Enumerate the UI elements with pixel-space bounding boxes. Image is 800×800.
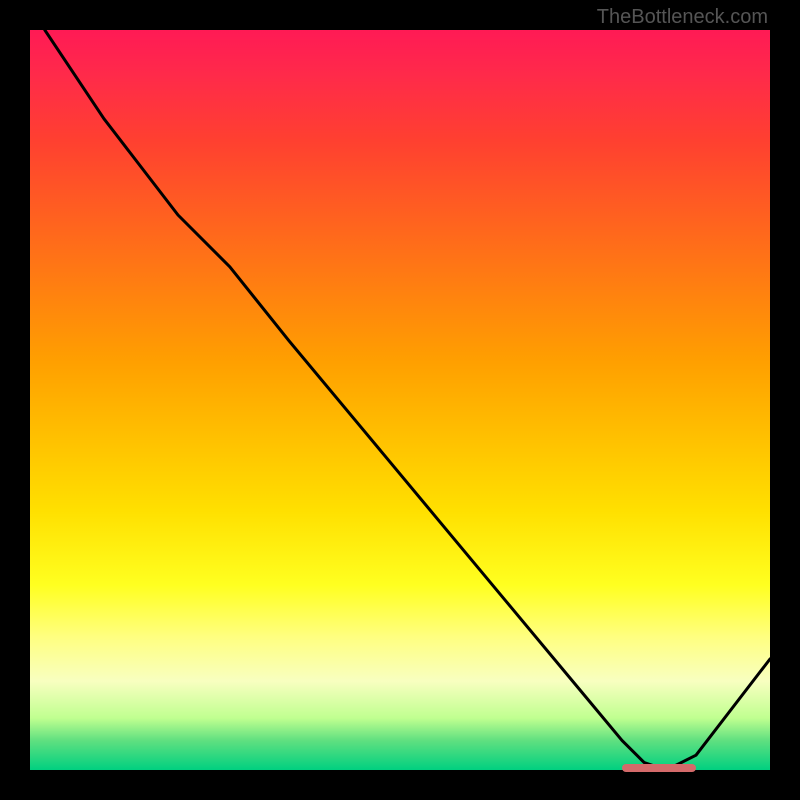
watermark-text: TheBottleneck.com	[597, 6, 768, 29]
bottleneck-curve	[30, 30, 770, 770]
chart-frame	[30, 30, 770, 770]
optimal-range-marker	[622, 764, 696, 772]
